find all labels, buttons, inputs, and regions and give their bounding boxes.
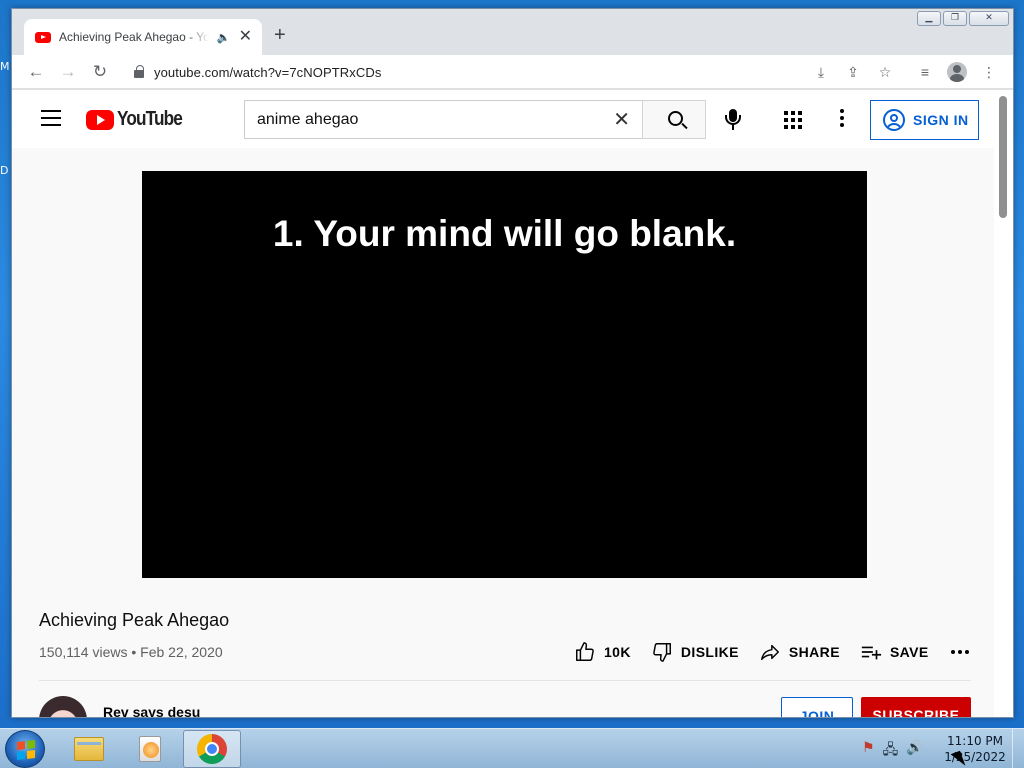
meta-separator: • <box>131 644 137 660</box>
minimize-button[interactable]: ▁ <box>917 11 941 26</box>
browser-toolbar: ← → ↻ youtube.com/watch?v=7cNOPTRxCDs ⤓ … <box>12 55 1013 89</box>
profile-avatar-icon <box>947 62 967 82</box>
install-icon[interactable]: ⤓ <box>810 61 832 83</box>
windows-logo-icon <box>17 740 35 760</box>
bookmark-star-icon[interactable]: ☆ <box>874 61 896 83</box>
playlist-add-icon <box>861 646 882 660</box>
taskbar-media-player[interactable] <box>121 730 179 768</box>
tab-title: Achieving Peak Ahegao - YouTube <box>59 30 209 44</box>
browser-tab[interactable]: Achieving Peak Ahegao - YouTube 🔈 ✕ <box>24 19 262 55</box>
windows-taskbar: ⚑ 🖧 🔊 11:10 PM 1/25/2022 <box>0 728 1024 768</box>
share-page-icon[interactable]: ⇪ <box>842 61 864 83</box>
folder-icon <box>74 737 104 761</box>
channel-name[interactable]: Rev says desu <box>103 704 200 717</box>
settings-kebab-icon[interactable] <box>838 109 846 129</box>
search-input[interactable]: anime ahegao ✕ <box>244 100 642 139</box>
more-actions-icon[interactable] <box>950 650 969 654</box>
thumbs-down-icon <box>653 643 671 662</box>
section-divider <box>39 680 971 681</box>
youtube-favicon-icon <box>35 31 51 43</box>
scrollbar-thumb[interactable] <box>999 96 1007 218</box>
like-button[interactable]: 10K <box>574 641 631 663</box>
start-button[interactable] <box>5 730 45 768</box>
subscribe-button[interactable]: SUBSCRIBE <box>861 697 971 717</box>
desktop-edge-label-1: M <box>0 60 10 73</box>
reload-button[interactable]: ↻ <box>89 61 111 83</box>
taskbar-explorer[interactable] <box>60 730 118 768</box>
browser-window: Achieving Peak Ahegao - YouTube 🔈 ✕ + ▁ … <box>11 8 1014 718</box>
search-clear-icon[interactable]: ✕ <box>613 110 630 130</box>
desktop-edge-label-2: D <box>0 164 9 177</box>
speaker-icon[interactable]: 🔈 <box>217 31 231 44</box>
hamburger-menu-icon[interactable] <box>41 110 61 126</box>
clock-time: 11:10 PM <box>947 734 1003 748</box>
share-button[interactable]: SHARE <box>759 641 840 663</box>
view-count: 150,114 views <box>39 644 128 660</box>
window-close-button[interactable]: ✕ <box>969 11 1009 26</box>
show-desktop-button[interactable] <box>1012 729 1024 768</box>
new-tab-button[interactable]: + <box>274 25 286 45</box>
browser-menu-icon[interactable]: ⋮ <box>978 61 1000 83</box>
page-scrollbar[interactable] <box>994 90 1013 717</box>
flag-alert-icon[interactable]: ⚑ <box>862 739 875 763</box>
youtube-logo[interactable]: YouTube <box>86 108 193 131</box>
media-player-icon <box>139 736 161 762</box>
channel-avatar[interactable] <box>39 696 87 717</box>
profile-button[interactable] <box>946 61 968 83</box>
search-icon <box>668 110 683 126</box>
share-arrow-icon <box>760 644 779 661</box>
search-button[interactable] <box>642 100 706 139</box>
share-label: SHARE <box>788 644 840 660</box>
save-label: SAVE <box>889 644 929 660</box>
video-title: Achieving Peak Ahegao <box>39 610 230 630</box>
like-count: 10K <box>604 644 631 660</box>
system-clock[interactable]: 11:10 PM 1/25/2022 <box>940 733 1010 765</box>
dislike-label: DISLIKE <box>680 644 739 660</box>
network-icon[interactable]: 🖧 <box>883 739 899 763</box>
tab-close-icon[interactable]: ✕ <box>239 29 252 45</box>
url-text[interactable]: youtube.com/watch?v=7cNOPTRxCDs <box>154 65 381 80</box>
sign-in-button[interactable]: SIGN IN <box>870 100 979 140</box>
volume-icon[interactable]: 🔊 <box>906 739 923 763</box>
dislike-button[interactable]: DISLIKE <box>651 641 739 663</box>
window-controls: ▁ ❐ ✕ <box>917 11 1009 26</box>
back-button[interactable]: ← <box>25 61 47 83</box>
youtube-logo-text: YouTube <box>117 108 183 130</box>
clock-date: 1/25/2022 <box>944 750 1006 764</box>
reading-list-icon[interactable]: ≡ <box>914 61 936 83</box>
youtube-page: YouTube anime ahegao ✕ SIGN IN 1. Your m… <box>12 90 996 717</box>
thumbs-up-icon <box>576 642 594 661</box>
lock-icon[interactable] <box>134 65 144 78</box>
system-tray: ⚑ 🖧 🔊 <box>862 739 924 763</box>
microphone-icon[interactable] <box>722 109 744 131</box>
video-actions: 10K DISLIKE SHARE SAVE <box>574 638 969 666</box>
join-button[interactable]: JOIN <box>781 697 853 717</box>
apps-grid-icon[interactable] <box>784 111 802 129</box>
save-button[interactable]: SAVE <box>860 641 929 663</box>
video-meta: 150,114 views • Feb 22, 2020 <box>39 644 223 660</box>
youtube-masthead: YouTube anime ahegao ✕ SIGN IN <box>12 90 996 148</box>
upload-date: Feb 22, 2020 <box>140 644 223 660</box>
video-player[interactable]: 1. Your mind will go blank. <box>142 171 867 578</box>
youtube-play-logo-icon <box>86 109 114 130</box>
forward-button[interactable]: → <box>57 61 79 83</box>
sign-in-label: SIGN IN <box>913 112 969 128</box>
restore-button[interactable]: ❐ <box>943 11 967 26</box>
search-query[interactable]: anime ahegao <box>257 111 613 129</box>
taskbar-chrome[interactable] <box>183 730 241 768</box>
account-circle-icon <box>883 109 905 131</box>
tab-strip: Achieving Peak Ahegao - YouTube 🔈 ✕ + ▁ … <box>12 9 1013 55</box>
search-bar: anime ahegao ✕ <box>244 100 706 139</box>
chrome-icon <box>197 734 227 764</box>
video-frame-caption: 1. Your mind will go blank. <box>272 213 737 254</box>
